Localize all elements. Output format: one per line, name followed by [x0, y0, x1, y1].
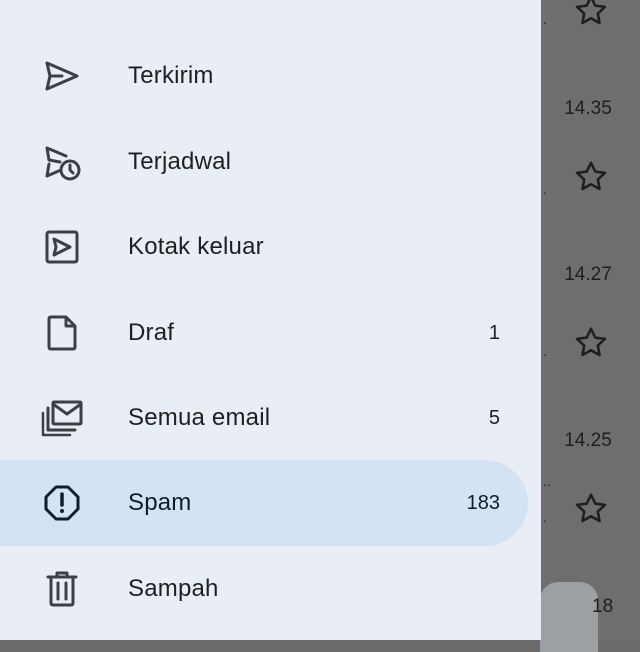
star-icon[interactable] [572, 324, 610, 362]
drawer-item-label: Terjadwal [128, 148, 232, 175]
email-time: 14.27 [564, 264, 612, 285]
drawer-item-count: 1 [488, 322, 500, 344]
drawer-item-label: Draf [128, 319, 175, 346]
truncated-text-marker: . [543, 11, 547, 27]
truncated-text-marker: . [543, 509, 547, 525]
drawer-item-scheduled[interactable]: Terjadwal [0, 119, 528, 205]
email-time: 14.35 [564, 98, 612, 119]
outbox-icon [40, 225, 84, 269]
star-icon[interactable] [572, 490, 610, 528]
drawer-item-outbox[interactable]: Kotak keluar [0, 204, 528, 290]
drawer-item-trash[interactable]: Sampah [0, 546, 528, 632]
compose-fab[interactable] [540, 582, 598, 652]
scheduled-send-icon [40, 140, 84, 184]
drawer-item-drafts[interactable]: Draf 1 [0, 290, 528, 376]
drawer-item-all-mail[interactable]: Semua email 5 [0, 375, 528, 461]
drawer-item-spam[interactable]: Spam 183 [0, 460, 528, 546]
label-icon [40, 0, 84, 1]
drawer-item-count: 183 [466, 492, 500, 514]
drawer-item-sent[interactable]: Terkirim [0, 33, 528, 119]
email-time: 14.25 [564, 430, 612, 451]
trash-icon [40, 567, 84, 611]
navigation-drawer: Terkirim Terjadwal Kotak keluar Draf 1 S… [0, 0, 541, 640]
drawer-item-partial[interactable] [0, 0, 528, 22]
truncated-text-marker: . [543, 181, 547, 197]
truncated-text-marker: . [543, 343, 547, 359]
spam-report-icon [40, 481, 84, 525]
all-mail-icon [40, 396, 84, 440]
drawer-item-label: Sampah [128, 575, 219, 602]
drawer-item-label: Terkirim [128, 62, 214, 89]
star-icon[interactable] [572, 158, 610, 196]
truncated-text-marker: .. [543, 473, 551, 489]
drawer-item-count: 5 [488, 407, 500, 429]
drawer-item-label: Semua email [128, 404, 271, 431]
draft-file-icon [40, 311, 84, 355]
star-icon[interactable] [572, 0, 610, 30]
drawer-item-label: Spam [128, 489, 192, 516]
drawer-item-label: Kotak keluar [128, 233, 264, 260]
send-icon [40, 54, 84, 98]
email-time: 18 [592, 596, 614, 617]
